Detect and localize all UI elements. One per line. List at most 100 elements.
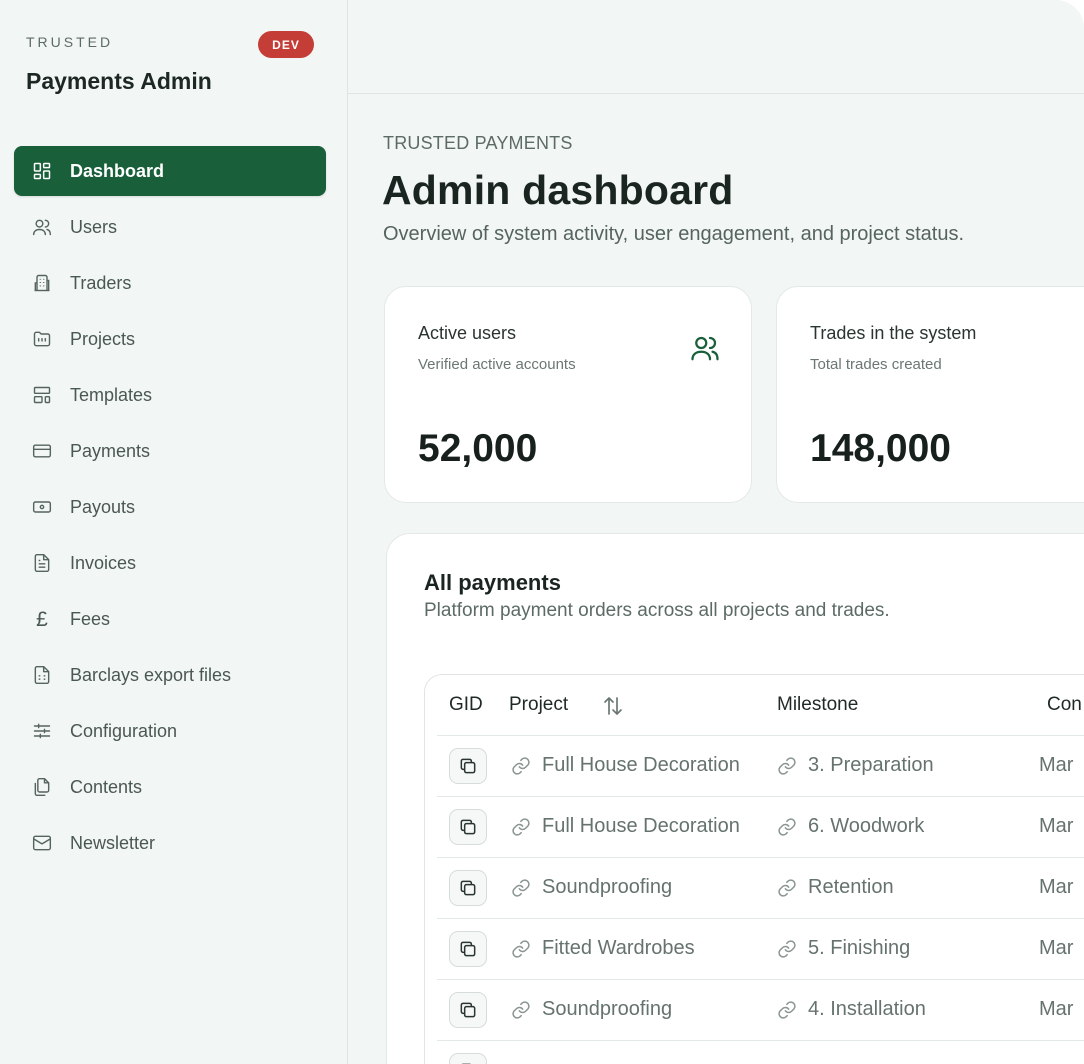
truncated-cell: Mar [1039, 937, 1074, 959]
pound-glyph: £ [36, 607, 48, 631]
link-icon [512, 939, 530, 958]
files-icon [31, 776, 53, 798]
sidebar-item-dashboard[interactable]: Dashboard [14, 146, 326, 196]
copy-icon [460, 880, 476, 896]
sidebar-item-label: Users [70, 216, 118, 237]
mail-icon [31, 832, 53, 854]
truncated-cell: Mar [1039, 998, 1074, 1020]
top-bar [348, 0, 1084, 94]
copy-gid-button[interactable] [449, 1053, 487, 1064]
sidebar-item-label: Payments [70, 440, 151, 461]
sidebar-item-projects[interactable]: Projects [14, 314, 326, 364]
environment-badge: DEV [258, 31, 314, 58]
column-header-milestone[interactable]: Milestone [777, 694, 858, 716]
page-title: Admin dashboard [382, 167, 734, 213]
section-title: All payments [424, 570, 561, 595]
project-link[interactable]: Full House Decoration [511, 815, 740, 838]
project-link[interactable]: Soundproofing [511, 876, 672, 899]
sidebar-item-payments[interactable]: Payments [14, 426, 326, 476]
sidebar-item-label: Barclays export files [70, 664, 232, 685]
pound-sign-icon: £ [31, 608, 53, 630]
sidebar-item-label: Payouts [70, 496, 136, 517]
sliders-icon [31, 720, 53, 742]
app-title: Payments Admin [26, 68, 212, 94]
page-kicker: TRUSTED PAYMENTS [383, 133, 573, 153]
stat-label: Trades in the system [810, 323, 977, 343]
project-name: Full House Decoration [542, 754, 740, 776]
milestone-name: 4. Installation [808, 998, 926, 1020]
column-header-gid[interactable]: GID [449, 694, 483, 716]
copy-gid-button[interactable] [449, 992, 487, 1028]
copy-gid-button[interactable] [449, 748, 487, 784]
payments-card: All payments Platform payment orders acr… [386, 533, 1084, 1064]
dashboard-grid-icon [31, 160, 53, 182]
sidebar-nav: Dashboard Users Traders Projects Templat… [14, 146, 326, 874]
sidebar-item-barclays-export[interactable]: Barclays export files [14, 650, 326, 700]
milestone-name: 6. Woodwork [808, 815, 925, 837]
link-icon [512, 878, 530, 897]
milestone-name: Retention [808, 876, 894, 898]
brand-kicker: TRUSTED [26, 34, 114, 50]
link-icon [778, 939, 796, 958]
project-name: Full House Decoration [542, 815, 740, 837]
sidebar-item-traders[interactable]: Traders [14, 258, 326, 308]
sidebar-item-label: Configuration [70, 720, 178, 741]
project-link[interactable]: Soundproofing [511, 998, 672, 1021]
sidebar-item-contents[interactable]: Contents [14, 762, 326, 812]
milestone-link[interactable]: 5. Finishing [777, 937, 910, 960]
sidebar-item-label: Newsletter [70, 832, 156, 853]
sidebar-item-newsletter[interactable]: Newsletter [14, 818, 326, 868]
section-subtitle: Platform payment orders across all proje… [424, 600, 890, 621]
milestone-link[interactable]: Retention [777, 876, 894, 899]
milestone-link[interactable]: 6. Woodwork [777, 815, 924, 838]
copy-icon [460, 819, 476, 835]
stat-card-active-users: Active users Verified active accounts 52… [384, 286, 752, 503]
layout-template-icon [31, 384, 53, 406]
copy-icon [460, 941, 476, 957]
truncated-cell: Mar [1039, 754, 1074, 776]
file-spreadsheet-icon [31, 664, 53, 686]
users-icon [31, 216, 53, 238]
column-header-project[interactable]: Project [509, 694, 568, 716]
sidebar-item-label: Projects [70, 328, 136, 349]
link-icon [512, 756, 530, 775]
sidebar-item-label: Templates [70, 384, 153, 405]
table-row: Full House Decoration 3. Preparation Mar [437, 735, 1084, 796]
table-row: Soundproofing Retention Mar [437, 857, 1084, 918]
sidebar-item-label: Traders [70, 272, 132, 293]
copy-gid-button[interactable] [449, 931, 487, 967]
app-frame: TRUSTED DEV Payments Admin Dashboard Use… [0, 0, 1084, 1064]
copy-gid-button[interactable] [449, 870, 487, 906]
sidebar-item-payouts[interactable]: Payouts [14, 482, 326, 532]
table-row: Full House Decoration 6. Woodwork Mar [437, 796, 1084, 857]
table-row [437, 1040, 1084, 1064]
sidebar-item-fees[interactable]: £ Fees [14, 594, 326, 644]
sidebar-item-label: Dashboard [70, 160, 165, 181]
copy-icon [460, 758, 476, 774]
sidebar-item-templates[interactable]: Templates [14, 370, 326, 420]
sidebar-item-label: Invoices [70, 552, 137, 573]
link-icon [778, 1000, 796, 1019]
folder-icon [31, 328, 53, 350]
stat-value: 52,000 [418, 427, 538, 470]
banknote-icon [31, 496, 53, 518]
project-link[interactable]: Fitted Wardrobes [511, 937, 695, 960]
users-icon [691, 336, 719, 361]
milestone-link[interactable]: 4. Installation [777, 998, 926, 1021]
table-row: Fitted Wardrobes 5. Finishing Mar [437, 918, 1084, 979]
sidebar-item-configuration[interactable]: Configuration [14, 706, 326, 756]
sidebar-item-label: Contents [70, 776, 143, 797]
link-icon [778, 817, 796, 836]
stat-value: 148,000 [810, 427, 951, 470]
sidebar: TRUSTED DEV Payments Admin Dashboard Use… [0, 0, 348, 1064]
credit-card-icon [31, 440, 53, 462]
sidebar-item-users[interactable]: Users [14, 202, 326, 252]
stat-description: Verified active accounts [418, 356, 576, 373]
column-header-con[interactable]: Con [1047, 694, 1082, 716]
milestone-link[interactable]: 3. Preparation [777, 754, 934, 777]
project-link[interactable]: Full House Decoration [511, 754, 740, 777]
sidebar-item-invoices[interactable]: Invoices [14, 538, 326, 588]
stat-description: Total trades created [810, 356, 942, 373]
copy-gid-button[interactable] [449, 809, 487, 845]
sort-arrows-icon[interactable] [601, 694, 625, 718]
